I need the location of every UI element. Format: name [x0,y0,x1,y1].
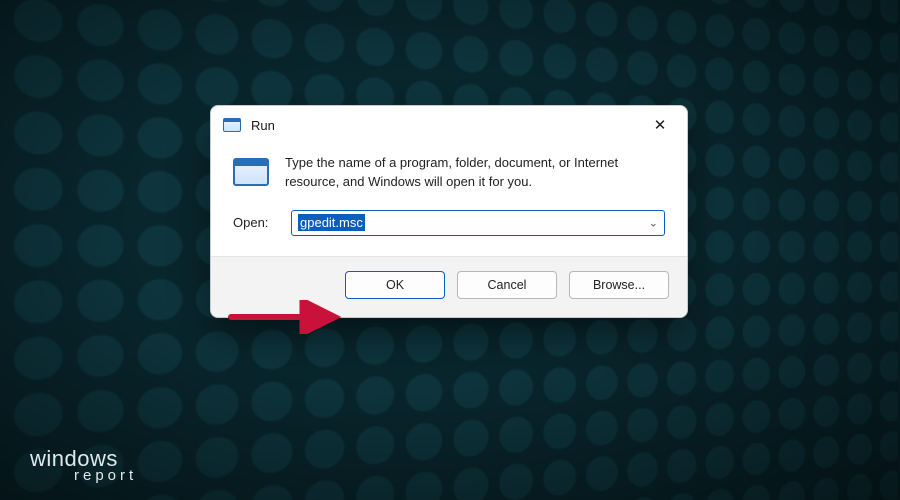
cancel-button[interactable]: Cancel [457,271,557,299]
watermark-line1: windows [30,449,137,469]
run-dialog: Run ✕ Type the name of a program, folder… [210,105,688,318]
run-title-icon [223,118,241,132]
browse-button[interactable]: Browse... [569,271,669,299]
chevron-down-icon: ⌄ [649,216,658,229]
open-row: Open: gpedit.msc ⌄ [211,200,687,256]
button-row: OK Cancel Browse... [211,256,687,317]
watermark: windows report [30,449,137,482]
close-button[interactable]: ✕ [643,110,677,140]
window-title: Run [251,118,643,133]
dialog-description: Type the name of a program, folder, docu… [285,154,665,192]
titlebar[interactable]: Run ✕ [211,106,687,144]
open-input[interactable]: gpedit.msc ⌄ [291,210,665,236]
run-icon [233,158,269,186]
open-label: Open: [233,215,277,230]
dialog-body: Type the name of a program, folder, docu… [211,144,687,200]
watermark-line2: report [74,469,137,483]
ok-button[interactable]: OK [345,271,445,299]
open-input-value: gpedit.msc [298,214,365,232]
close-icon: ✕ [654,118,667,133]
